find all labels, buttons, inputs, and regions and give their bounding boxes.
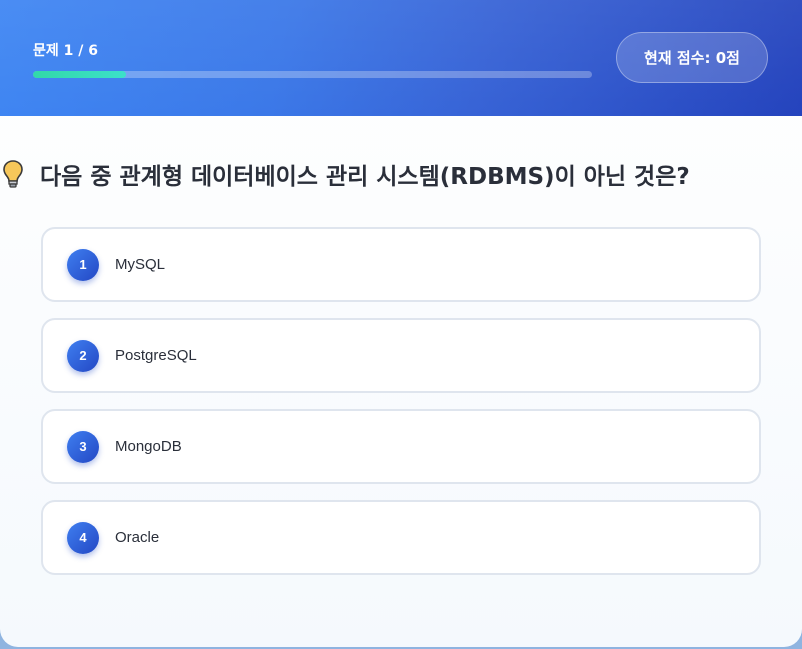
option-mysql[interactable]: 1 MySQL: [41, 227, 761, 302]
progress-bar: [33, 71, 592, 78]
quiz-card: 문제 1 / 6 현재 점수: 0점 다음 중 관계형 데이터베이스 관리 시스…: [0, 0, 802, 647]
option-label: MySQL: [115, 256, 166, 273]
option-label: PostgreSQL: [115, 347, 197, 364]
option-mongodb[interactable]: 3 MongoDB: [41, 409, 761, 484]
answer-options: 1 MySQL 2 PostgreSQL 3 MongoDB 4 Oracle: [41, 227, 761, 591]
option-number-badge: 4: [67, 521, 99, 554]
option-number-badge: 3: [67, 430, 99, 463]
option-label: MongoDB: [115, 438, 182, 455]
score-badge: 현재 점수: 0점: [616, 32, 768, 83]
progress-label: 문제 1 / 6: [33, 43, 98, 59]
progress-bar-fill: [33, 71, 127, 78]
question-text: 다음 중 관계형 데이터베이스 관리 시스템(RDBMS)이 아닌 것은?: [40, 164, 690, 190]
option-postgresql[interactable]: 2 PostgreSQL: [41, 318, 761, 393]
option-number-badge: 1: [67, 248, 99, 281]
lightbulb-icon: [3, 160, 23, 188]
option-label: Oracle: [115, 529, 160, 546]
option-number-badge: 2: [67, 339, 99, 372]
question-row: 다음 중 관계형 데이터베이스 관리 시스템(RDBMS)이 아닌 것은?: [0, 150, 802, 198]
quiz-header: 문제 1 / 6 현재 점수: 0점: [0, 0, 802, 116]
option-oracle[interactable]: 4 Oracle: [41, 500, 761, 575]
